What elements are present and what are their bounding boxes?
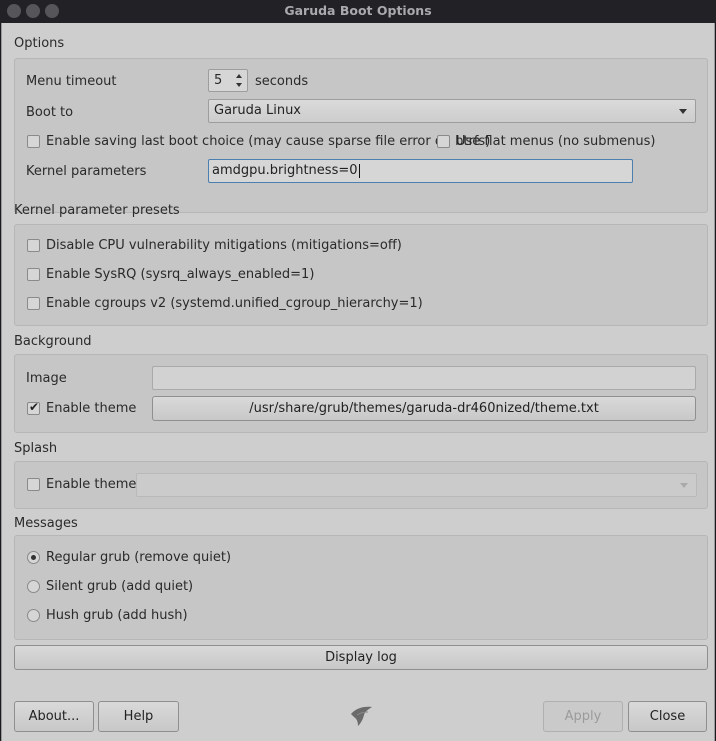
background-image-field[interactable] <box>152 366 696 390</box>
garuda-eagle-icon <box>348 704 376 728</box>
text-caret <box>358 163 360 178</box>
section-title-messages: Messages <box>14 516 78 531</box>
section-title-kernel-presets: Kernel parameter presets <box>14 203 180 218</box>
radio-regular-grub[interactable] <box>27 551 40 564</box>
flat-menus-checkbox[interactable] <box>437 135 450 148</box>
background-theme-path-button[interactable]: /usr/share/grub/themes/garuda-dr460nized… <box>152 396 696 421</box>
preset-mitigations-label: Disable CPU vulnerability mitigations (m… <box>46 238 402 253</box>
kernel-params-input[interactable]: amdgpu.brightness=0 <box>208 159 633 183</box>
background-theme-checkbox[interactable] <box>27 400 40 415</box>
section-title-options: Options <box>14 36 65 51</box>
about-button[interactable]: About... <box>14 701 94 732</box>
chevron-down-icon <box>680 483 688 488</box>
save-last-boot-label: Enable saving last boot choice (may caus… <box>46 134 491 149</box>
preset-sysrq-label: Enable SysRQ (sysrq_always_enabled=1) <box>46 267 315 282</box>
kernel-presets-panel: Disable CPU vulnerability mitigations (m… <box>14 224 708 326</box>
close-button[interactable]: Close <box>628 701 707 732</box>
flat-menus-label: Use flat menus (no submenus) <box>456 134 656 149</box>
radio-hush-grub-label: Hush grub (add hush) <box>46 608 188 623</box>
splash-panel: Enable theme <box>14 461 708 509</box>
background-image-label: Image <box>26 371 67 386</box>
section-title-splash: Splash <box>14 441 58 456</box>
boot-to-value: Garuda Linux <box>214 103 302 118</box>
background-theme-label: Enable theme <box>46 401 137 416</box>
preset-cgroups-checkbox[interactable] <box>27 297 40 310</box>
preset-mitigations-checkbox[interactable] <box>27 239 40 252</box>
menu-timeout-spinbox[interactable]: 5 <box>208 69 248 92</box>
spin-down-icon[interactable] <box>234 81 245 91</box>
menu-timeout-unit: seconds <box>255 74 309 89</box>
background-panel: Image Enable theme /usr/share/grub/theme… <box>14 354 708 433</box>
help-button[interactable]: Help <box>98 701 179 732</box>
display-log-button[interactable]: Display log <box>14 645 708 670</box>
kernel-params-label: Kernel parameters <box>26 164 147 179</box>
preset-sysrq-checkbox[interactable] <box>27 268 40 281</box>
splash-theme-label: Enable theme <box>46 477 137 492</box>
boot-to-select[interactable]: Garuda Linux <box>208 99 696 123</box>
save-last-boot-checkbox[interactable] <box>27 135 40 148</box>
radio-silent-grub-label: Silent grub (add quiet) <box>46 579 194 594</box>
menu-timeout-label: Menu timeout <box>26 74 117 89</box>
apply-button[interactable]: Apply <box>543 701 623 732</box>
splash-theme-select[interactable] <box>136 473 697 497</box>
section-title-background: Background <box>14 334 92 349</box>
spin-up-icon[interactable] <box>234 71 245 81</box>
messages-panel: Regular grub (remove quiet) Silent grub … <box>14 535 708 640</box>
title-bar: Garuda Boot Options <box>0 0 716 23</box>
radio-regular-grub-label: Regular grub (remove quiet) <box>46 550 232 565</box>
radio-silent-grub[interactable] <box>27 580 40 593</box>
kernel-params-value: amdgpu.brightness=0 <box>212 163 358 178</box>
options-panel: Menu timeout 5 seconds Boot to Garuda Li… <box>14 58 708 213</box>
menu-timeout-value: 5 <box>214 73 223 88</box>
window-title: Garuda Boot Options <box>284 3 432 18</box>
boot-to-label: Boot to <box>26 105 74 120</box>
radio-hush-grub[interactable] <box>27 609 40 622</box>
splash-theme-checkbox[interactable] <box>27 478 40 491</box>
preset-cgroups-label: Enable cgroups v2 (systemd.unified_cgrou… <box>46 296 423 311</box>
dialog-window: Options Menu timeout 5 seconds Boot to G… <box>1 23 715 741</box>
chevron-down-icon <box>679 109 687 114</box>
